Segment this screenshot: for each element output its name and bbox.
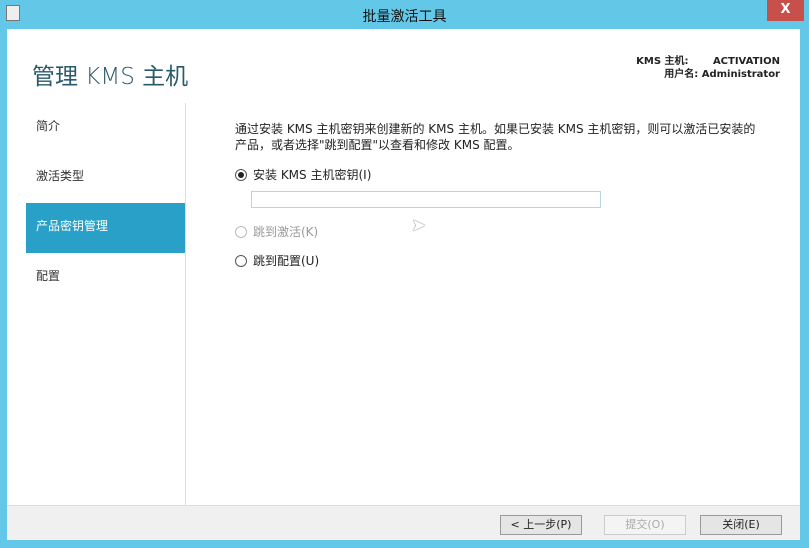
- option-label: 跳到激活(K): [253, 225, 319, 239]
- sidebar: 简介 激活类型 产品密钥管理 配置: [26, 103, 185, 303]
- product-key-input[interactable]: [251, 191, 601, 208]
- description: 通过安装 KMS 主机密钥来创建新的 KMS 主机。如果已安装 KMS 主机密钥…: [235, 121, 765, 153]
- kms-host-value: ACTIVATION: [712, 56, 780, 67]
- divider: [185, 103, 186, 505]
- sidebar-item-intro[interactable]: 简介: [26, 103, 185, 153]
- radio-skip-to-configuration[interactable]: [235, 254, 247, 267]
- back-button[interactable]: < 上一步(P): [500, 515, 582, 535]
- user-label: 用户名:: [664, 69, 699, 80]
- close-window-button[interactable]: X: [767, 0, 804, 21]
- mouse-cursor-icon: ➤: [411, 215, 427, 236]
- sidebar-item-configuration[interactable]: 配置: [26, 253, 185, 303]
- footer: < 上一步(P) 提交(O) 关闭(E): [7, 505, 800, 540]
- radio-skip-to-activation: [235, 225, 247, 238]
- option-label: 跳到配置(U): [253, 254, 320, 268]
- page-title: 管理 KMS 主机: [32, 64, 189, 90]
- option-label: 安装 KMS 主机密钥(I): [253, 168, 372, 182]
- submit-button: 提交(O): [604, 515, 686, 535]
- window-body: 管理 KMS 主机 KMS 主机: ACTIVATION 用户名: Admini…: [7, 29, 800, 540]
- close-button[interactable]: 关闭(E): [700, 515, 782, 535]
- host-info: KMS 主机: ACTIVATION 用户名: Administrator: [636, 55, 780, 81]
- kms-host-label: KMS 主机:: [636, 56, 689, 67]
- window-title: 批量激活工具: [362, 9, 447, 25]
- sidebar-item-activation-type[interactable]: 激活类型: [26, 153, 185, 203]
- option-install-key[interactable]: 安装 KMS 主机密钥(I): [235, 166, 371, 183]
- user-value: Administrator: [701, 69, 780, 80]
- sidebar-item-product-key-management[interactable]: 产品密钥管理: [26, 203, 185, 253]
- description-text: 通过安装 KMS 主机密钥来创建新的 KMS 主机。如果已安装 KMS 主机密钥…: [235, 122, 756, 152]
- radio-install-key[interactable]: [235, 168, 247, 181]
- title-bar: 批量激活工具 X: [0, 0, 809, 28]
- option-skip-to-activation: 跳到激活(K): [235, 223, 318, 240]
- option-skip-to-configuration[interactable]: 跳到配置(U): [235, 252, 319, 269]
